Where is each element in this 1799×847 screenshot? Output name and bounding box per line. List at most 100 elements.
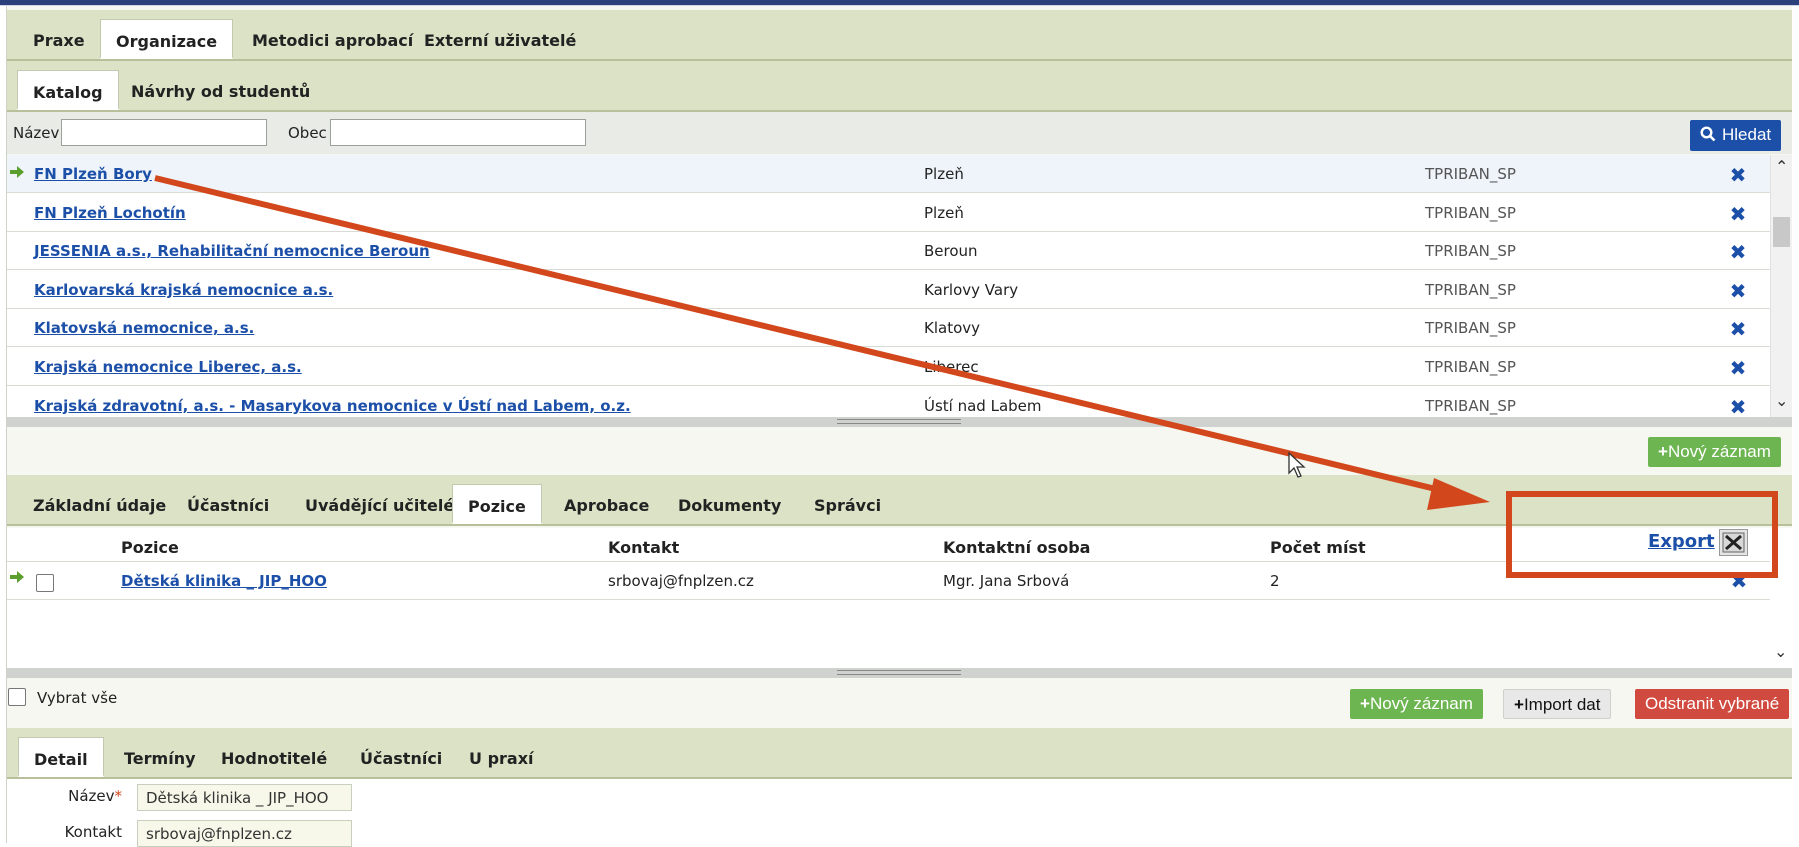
position-contact: srbovaj@fnplzen.cz [608,572,754,590]
detail-name-label: Název* [68,787,123,805]
column-header-contact[interactable]: Kontakt [608,538,679,557]
scroll-thumb[interactable] [1773,217,1790,247]
tab-katalog[interactable]: Katalog [17,70,119,110]
organization-city: Ústí nad Labem [924,396,1042,415]
tab-organizace[interactable]: Organizace [100,19,234,59]
name-filter-label: Název [13,124,60,142]
new-organization-label: Nový záznam [1667,442,1771,461]
search-button-label: Hledat [1722,125,1772,144]
column-header-position[interactable]: Pozice [121,538,179,557]
tab-u-praxi[interactable]: U praxí [454,737,549,777]
organization-owner: TPRIBAN_SP [1425,242,1516,261]
organization-city: Klatovy [924,319,981,338]
tab-aprobace[interactable]: Aprobace [549,484,664,524]
delete-organization-icon[interactable]: ✖ [1728,358,1748,378]
organization-owner: TPRIBAN_SP [1425,396,1516,415]
select-all-checkbox[interactable] [8,688,26,706]
tab-terminy[interactable]: Termíny [109,737,211,777]
delete-organization-icon[interactable]: ✖ [1728,242,1748,262]
organization-row[interactable]: Karlovarská krajská nemocnice a.s. Karlov… [7,271,1770,309]
organization-row[interactable]: JESSENIA a.s., Rehabilitační nemocnice B… [7,232,1770,271]
tab-ucastnici[interactable]: Účastníci [172,484,284,524]
position-seats: 2 [1270,572,1280,590]
organization-name-link[interactable]: FN Plzeň Bory [34,155,152,193]
organization-row[interactable]: Krajská zdravotní, a.s. - Masarykova nem… [7,387,1770,417]
scroll-down-icon[interactable]: ⌄ [1774,642,1787,661]
organization-row[interactable]: Klatovská nemocnice, a.s. Klatovy TPRIBAN_… [7,309,1770,348]
organization-owner: TPRIBAN_SP [1425,319,1516,338]
plus-icon: + [1360,694,1370,713]
organization-city: Plzeň [924,165,964,183]
position-name-link[interactable]: Dětská klinika _ JIP_HOO [121,562,327,600]
organization-name-link[interactable]: Krajská nemocnice Liberec, a.s. [34,348,302,386]
organizations-scrollbar[interactable]: ⌃ ⌄ [1770,155,1792,417]
organization-name-link[interactable]: Krajská zdravotní, a.s. - Masarykova nem… [34,387,631,417]
delete-organization-icon[interactable]: ✖ [1728,165,1748,185]
position-row-checkbox[interactable] [36,574,54,592]
catalog-tab-bar: Katalog Návrhy od studentů [7,61,1792,112]
organization-name-link[interactable]: Klatovská nemocnice, a.s. [34,309,254,347]
tab-hodnotitele[interactable]: Hodnotitelé [206,737,342,777]
delete-organization-icon[interactable]: ✖ [1728,204,1748,224]
plus-icon: + [1658,442,1668,461]
tab-dokumenty[interactable]: Dokumenty [663,484,796,524]
organization-owner: TPRIBAN_SP [1425,280,1516,299]
export-highlight-box [1506,491,1778,578]
import-data-label: Import dat [1523,695,1601,714]
import-data-button[interactable]: +Import dat [1503,689,1612,719]
organization-row[interactable]: Krajská nemocnice Liberec, a.s. Liberec TP… [7,348,1770,386]
organization-city: Karlovy Vary [924,280,1019,299]
search-button[interactable]: Hledat [1690,120,1782,151]
select-all-label: Vybrat vše [37,689,118,707]
organization-city: Plzeň [924,203,964,222]
city-filter-input[interactable] [330,119,586,146]
column-header-contact-person[interactable]: Kontaktní osoba [943,538,1090,557]
tab-spravci[interactable]: Správci [799,484,896,524]
filter-bar: Název Obec Hledat [7,112,1792,154]
name-filter-input[interactable] [61,119,267,146]
tab-metodici-aprobaci[interactable]: Metodici aprobací [237,19,428,59]
organization-name-link[interactable]: JESSENIA a.s., Rehabilitační nemocnice B… [34,232,430,270]
required-mark: * [114,787,123,805]
organization-row[interactable]: FN Plzeň Bory Plzeň TPRIBAN_SP ✖ [7,155,1770,193]
organization-name-link[interactable]: Karlovarská krajská nemocnice a.s. [34,271,333,309]
organizations-grid: FN Plzeň Bory Plzeň TPRIBAN_SP ✖ FN Plzeň Lo… [7,155,1770,417]
delete-selected-button[interactable]: Odstranit vybrané [1635,689,1790,719]
organization-row[interactable]: FN Plzeň Lochotín Plzeň TPRIBAN_SP ✖ [7,194,1770,232]
organization-city: Liberec [924,358,979,376]
grid-splitter-2[interactable] [7,668,1792,678]
new-organization-button[interactable]: +Nový záznam [1648,437,1781,467]
current-row-arrow-icon [10,571,24,583]
tab-uvadejici-ucitele[interactable]: Uvádějící učitelé [290,484,469,524]
detail-contact-label: Kontakt [64,823,122,841]
tab-detail[interactable]: Detail [18,737,104,777]
position-detail-tab-bar: Detail Termíny Hodnotitelé Účastníci U p… [7,728,1792,779]
main-tab-bar: Praxe Organizace Metodici aprobací Exter… [7,10,1792,61]
delete-organization-icon[interactable]: ✖ [1728,281,1748,301]
tab-praxe[interactable]: Praxe [18,19,100,59]
tab-zakladni-udaje[interactable]: Základní údaje [18,484,181,524]
grid-splitter-1[interactable] [7,417,1792,427]
new-position-label: Nový záznam [1369,694,1473,713]
scroll-down-icon[interactable]: ⌄ [1775,391,1788,410]
detail-name-input[interactable]: Dětská klinika _ JIP_HOO [137,784,352,811]
organization-owner: TPRIBAN_SP [1425,358,1516,376]
column-header-seats[interactable]: Počet míst [1270,538,1366,557]
delete-selected-label: Odstranit vybrané [1645,694,1780,713]
organization-owner: TPRIBAN_SP [1425,203,1516,222]
city-filter-label: Obec [288,124,327,142]
tab-pozice[interactable]: Pozice [452,484,542,524]
delete-organization-icon[interactable]: ✖ [1728,319,1748,339]
tab-ucastnici-pozice[interactable]: Účastníci [345,737,457,777]
organization-name-link[interactable]: FN Plzeň Lochotín [34,194,186,232]
tab-externi-uzivatele[interactable]: Externí uživatelé [409,19,591,59]
tab-navrhy-od-studentu[interactable]: Návrhy od studentů [116,70,325,110]
current-row-arrow-icon [10,166,24,178]
position-detail-form: Název* Dětská klinika _ JIP_HOO Kontakt … [7,779,1792,847]
search-icon [1700,126,1716,142]
scroll-up-icon[interactable]: ⌃ [1775,157,1788,176]
delete-organization-icon[interactable]: ✖ [1728,397,1748,417]
plus-icon: + [1514,695,1524,714]
new-position-button[interactable]: +Nový záznam [1350,689,1483,719]
mouse-cursor-icon [1288,452,1306,478]
